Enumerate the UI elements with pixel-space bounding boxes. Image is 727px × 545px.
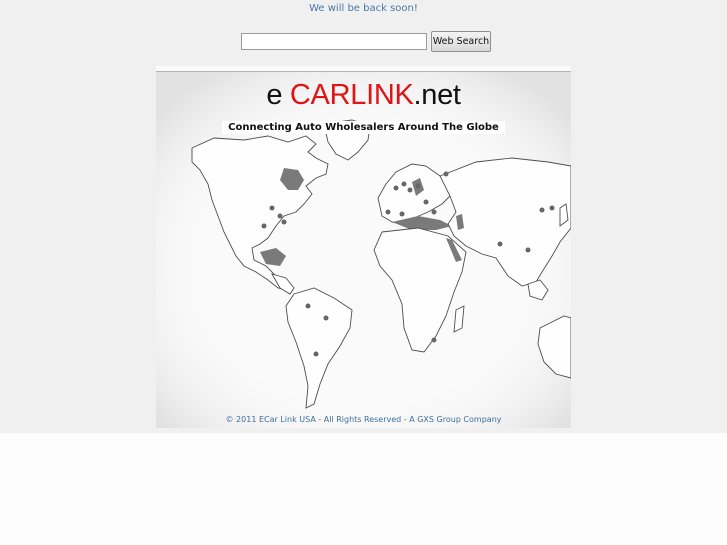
world-map-banner: e CARLINK.net Connecting Auto Wholesaler… [156,66,571,428]
location-marker [305,303,311,309]
logo-prefix: e [266,79,290,111]
location-marker [269,205,275,211]
location-marker [431,209,437,215]
location-marker [423,199,429,205]
location-marker [393,185,399,191]
maintenance-notice: We will be back soon! [309,3,418,14]
web-search-button[interactable]: Web Search [431,31,491,52]
location-marker [443,171,449,177]
location-marker [401,181,407,187]
copyright-notice: © 2011 ECar Link USA - All Rights Reserv… [225,415,502,424]
logo-brand: CARLINK [289,79,414,111]
location-marker [323,315,329,321]
logo-suffix: .net [413,79,461,111]
location-marker [281,219,287,225]
location-marker [525,247,531,253]
location-marker [277,213,283,219]
search-input[interactable] [241,33,427,50]
location-marker [399,211,405,217]
location-marker [407,187,413,193]
location-marker [261,223,267,229]
location-marker [497,241,503,247]
tagline-container: Connecting Auto Wholesalers Around The G… [156,115,571,134]
location-marker [539,207,545,213]
location-marker [431,337,437,343]
location-marker [385,209,391,215]
location-marker [415,183,421,189]
location-marker [549,205,555,211]
tagline: Connecting Auto Wholesalers Around The G… [222,121,505,134]
location-marker [313,351,319,357]
site-logo: e CARLINK.net [156,78,571,112]
